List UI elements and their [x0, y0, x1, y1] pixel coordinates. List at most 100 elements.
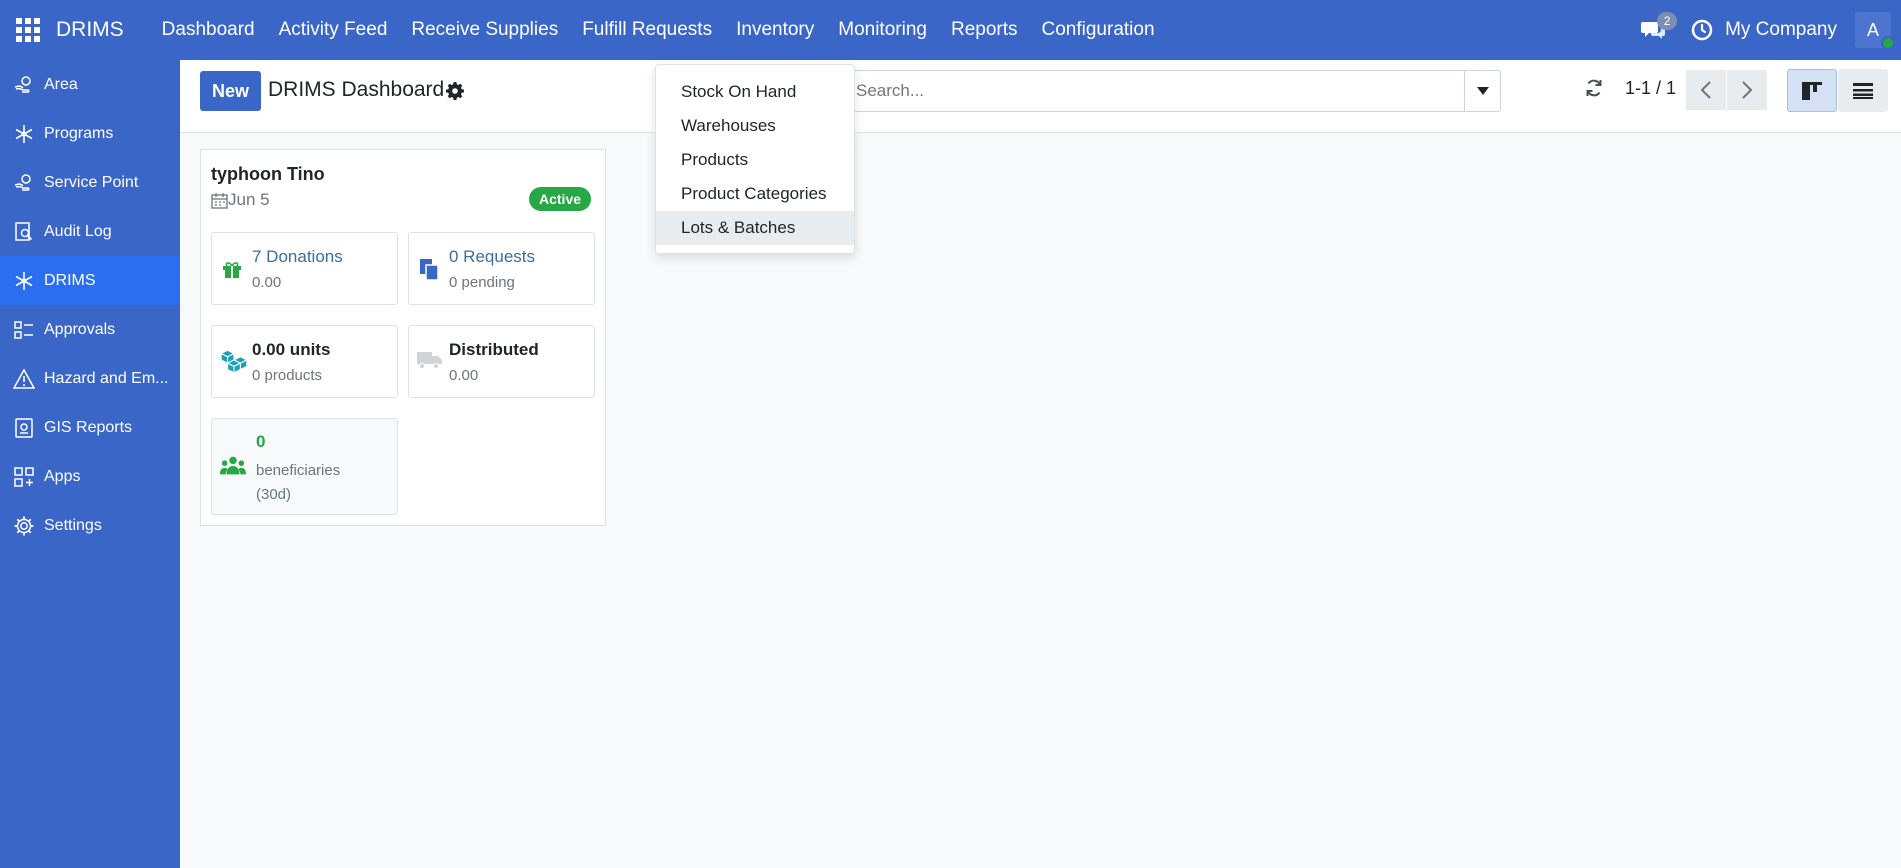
- sidebar-item-label: DRIMS: [44, 271, 96, 289]
- checklist-icon: [13, 319, 35, 341]
- search-input[interactable]: [856, 71, 1436, 111]
- kanban-icon: [1802, 81, 1822, 100]
- documents-icon: [420, 259, 439, 281]
- dropdown-item-warehouses[interactable]: Warehouses: [656, 109, 854, 143]
- page-title[interactable]: DRIMS Dashboard: [268, 78, 444, 102]
- list-view-button[interactable]: [1838, 69, 1888, 112]
- app-brand[interactable]: DRIMS: [56, 18, 124, 42]
- card-date-text: Jun 5: [228, 190, 270, 209]
- distributed-tile[interactable]: Distributed 0.00: [408, 325, 595, 398]
- requests-count: 0 Requests: [449, 247, 535, 266]
- sidebar-item-label: Service Point: [44, 173, 139, 191]
- top-navbar: DRIMS Dashboard Activity Feed Receive Su…: [0, 0, 1901, 60]
- dropdown-item-products[interactable]: Products: [656, 143, 854, 177]
- menu-receive-supplies[interactable]: Receive Supplies: [399, 0, 570, 60]
- new-button[interactable]: New: [200, 71, 262, 111]
- sidebar-item-service-point[interactable]: Service Point: [0, 158, 180, 207]
- status-badge: Active: [529, 187, 592, 211]
- sidebar-item-area[interactable]: Area: [0, 60, 180, 109]
- avatar-letter: A: [1866, 19, 1879, 40]
- search-options-toggle[interactable]: [1464, 71, 1500, 111]
- topbar-right: 2 My Company A: [1637, 0, 1901, 60]
- kanban-view-button[interactable]: [1787, 69, 1837, 112]
- control-panel: New DRIMS Dashboard 1-1 / 1: [180, 60, 1901, 133]
- top-menu: Dashboard Activity Feed Receive Supplies…: [150, 0, 1167, 60]
- user-avatar[interactable]: A: [1855, 12, 1895, 50]
- donations-value: 0.00: [252, 274, 282, 291]
- chat-icon[interactable]: 2: [1637, 12, 1678, 46]
- sidebar-item-label: Audit Log: [44, 222, 112, 240]
- distributed-label: Distributed: [449, 340, 539, 359]
- boxes-icon: [219, 349, 249, 374]
- chevron-right-icon: [1742, 81, 1753, 99]
- inventory-dropdown-menu: Stock On Hand Warehouses Products Produc…: [655, 64, 855, 254]
- sidebar-item-approvals[interactable]: Approvals: [0, 305, 180, 354]
- beneficiaries-count: 0: [256, 432, 266, 451]
- kanban-card[interactable]: typhoon Tino Jun 5 Active 7 Donations 0.…: [200, 149, 606, 526]
- units-tile[interactable]: 0.00 units 0 products: [211, 325, 398, 398]
- snowflake-icon: [13, 270, 35, 292]
- menu-fulfill-requests[interactable]: Fulfill Requests: [570, 0, 724, 60]
- card-title: typhoon Tino: [211, 164, 325, 184]
- dropdown-item-product-categories[interactable]: Product Categories: [656, 177, 854, 211]
- warning-icon: [13, 367, 35, 390]
- sidebar-item-label: Approvals: [44, 320, 116, 338]
- calendar-icon: [211, 192, 228, 209]
- menu-activity-feed[interactable]: Activity Feed: [267, 0, 400, 60]
- menu-dashboard[interactable]: Dashboard: [150, 0, 267, 60]
- refresh-icon[interactable]: [1584, 78, 1606, 100]
- pager-next-button[interactable]: [1727, 70, 1767, 110]
- users-icon: [220, 456, 246, 475]
- sidebar-item-programs[interactable]: Programs: [0, 109, 180, 158]
- menu-inventory[interactable]: Inventory: [724, 0, 826, 60]
- requests-pending: 0 pending: [449, 274, 515, 291]
- report-icon: [13, 417, 35, 439]
- sidebar-item-audit-log[interactable]: Audit Log: [0, 207, 180, 256]
- apps-icon: [13, 466, 35, 488]
- list-icon: [1853, 82, 1873, 99]
- caret-down-icon: [1476, 87, 1489, 95]
- company-switcher[interactable]: My Company: [1725, 19, 1837, 41]
- sidebar-item-label: GIS Reports: [44, 418, 133, 436]
- sidebar-item-label: Hazard and Em...: [44, 369, 169, 387]
- beneficiaries-label: beneficiaries (30d): [256, 462, 341, 503]
- hand-icon: [13, 172, 35, 194]
- truck-icon: [417, 352, 442, 369]
- dropdown-item-stock-on-hand[interactable]: Stock On Hand: [656, 75, 854, 109]
- pager-value[interactable]: 1-1 / 1: [1625, 78, 1676, 99]
- apps-menu-icon[interactable]: [0, 0, 56, 60]
- units-products: 0 products: [252, 367, 323, 384]
- distributed-value: 0.00: [449, 367, 479, 384]
- beneficiaries-tile[interactable]: 0 beneficiaries (30d): [211, 418, 398, 515]
- search-box: [845, 70, 1501, 112]
- card-date: Jun 5: [211, 190, 270, 210]
- menu-monitoring[interactable]: Monitoring: [826, 0, 939, 60]
- chevron-left-icon: [1700, 81, 1711, 99]
- sidebar-item-label: Apps: [44, 467, 81, 485]
- donations-tile[interactable]: 7 Donations 0.00: [211, 232, 398, 305]
- gift-icon: [223, 262, 241, 278]
- sidebar-item-apps[interactable]: Apps: [0, 452, 180, 501]
- sidebar-item-drims[interactable]: DRIMS: [0, 256, 180, 305]
- sidebar-item-settings[interactable]: Settings: [0, 501, 180, 550]
- sidebar-item-gis-reports[interactable]: GIS Reports: [0, 403, 180, 452]
- menu-reports[interactable]: Reports: [939, 0, 1030, 60]
- gear-icon[interactable]: [445, 81, 465, 101]
- dropdown-item-lots-batches[interactable]: Lots & Batches: [656, 211, 854, 245]
- sidebar-item-label: Settings: [44, 516, 102, 534]
- pager-previous-button[interactable]: [1686, 70, 1726, 110]
- units-count: 0.00 units: [252, 340, 331, 359]
- hand-icon: [13, 74, 35, 96]
- sidebar-item-hazard[interactable]: Hazard and Em...: [0, 354, 180, 403]
- online-status-dot: [1881, 36, 1895, 50]
- clock-icon[interactable]: [1691, 19, 1713, 41]
- chat-count-badge: 2: [1657, 12, 1678, 30]
- snowflake-icon: [13, 123, 35, 145]
- requests-tile[interactable]: 0 Requests 0 pending: [408, 232, 595, 305]
- sidebar-item-label: Area: [44, 75, 78, 93]
- gear-icon: [13, 515, 35, 537]
- sidebar: Area Programs Service Point Audit Log DR…: [0, 60, 180, 868]
- sidebar-item-label: Programs: [44, 124, 114, 142]
- search-doc-icon: [13, 221, 35, 243]
- menu-configuration[interactable]: Configuration: [1030, 0, 1167, 60]
